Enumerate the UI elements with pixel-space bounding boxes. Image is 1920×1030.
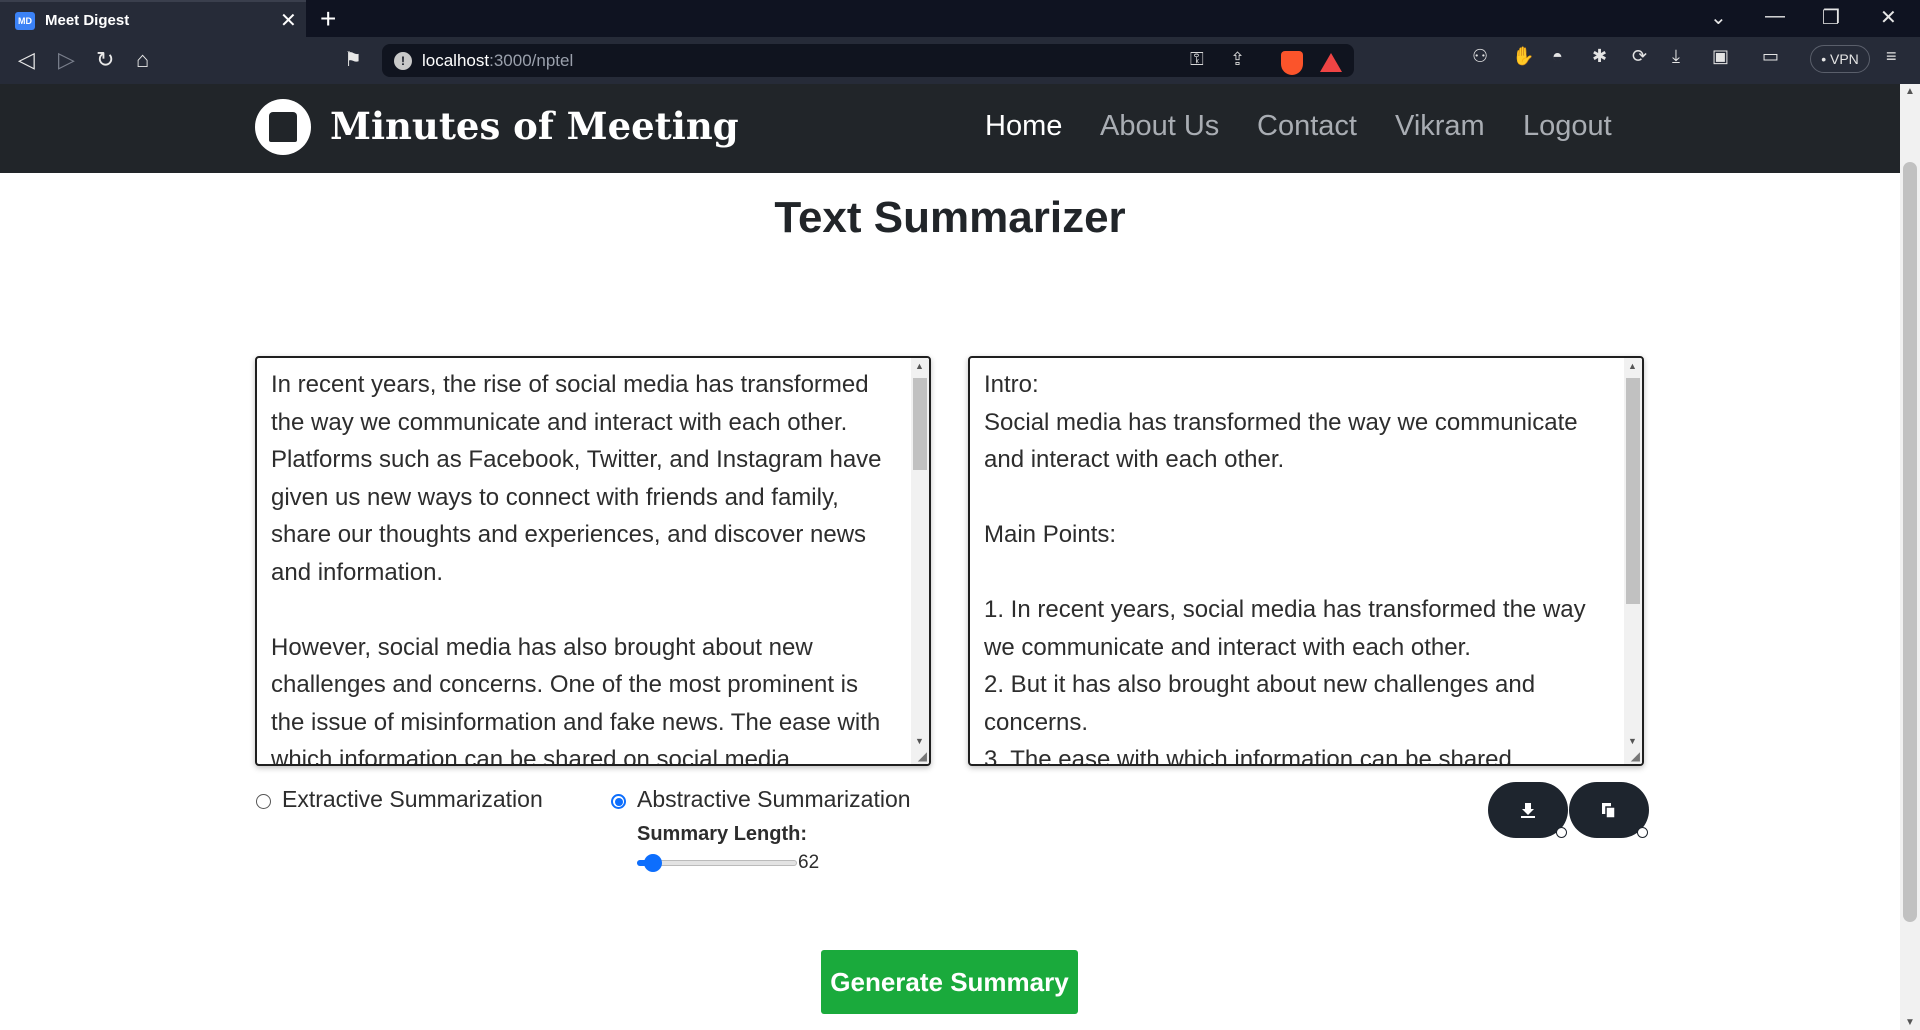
browser-toolbar: ◁ ▷ ↻ ⌂ ⚑ ! localhost:3000/nptel ⚿ ⇪ ⚇ ✋… xyxy=(0,37,1920,84)
vpn-button[interactable]: • VPN xyxy=(1810,45,1870,73)
sidebar-icon[interactable]: ▣ xyxy=(1712,46,1729,67)
logo-mark xyxy=(269,112,297,142)
reload-icon[interactable]: ↻ xyxy=(96,47,114,73)
extension-glasses-icon[interactable]: ⚇ xyxy=(1472,46,1488,67)
close-tab-icon[interactable]: ✕ xyxy=(280,8,297,33)
browser-tab[interactable]: MD Meet Digest ✕ xyxy=(0,0,306,37)
extension-sync-icon[interactable]: ⟳ xyxy=(1632,46,1647,67)
input-text: In recent years, the rise of social medi… xyxy=(271,371,882,766)
resize-grip-icon[interactable]: ◢ xyxy=(918,749,927,763)
restore-icon[interactable]: ❐ xyxy=(1822,5,1840,30)
summary-output-area[interactable]: Intro: Social media has transformed the … xyxy=(968,356,1644,766)
extractive-label[interactable]: Extractive Summarization xyxy=(282,786,543,813)
downloads-icon[interactable]: ⤓ xyxy=(1672,46,1680,67)
copy-icon xyxy=(1602,802,1616,819)
page-viewport: Minutes of Meeting Home About Us Contact… xyxy=(0,84,1900,1030)
resize-grip-icon[interactable]: ◢ xyxy=(1631,749,1640,763)
tab-favicon: MD xyxy=(15,12,35,30)
generate-summary-button[interactable]: Generate Summary xyxy=(821,950,1078,1014)
download-button-dot xyxy=(1556,827,1567,838)
minimize-icon[interactable]: — xyxy=(1765,5,1785,28)
abstractive-label[interactable]: Abstractive Summarization xyxy=(637,786,911,813)
key-icon[interactable]: ⚿ xyxy=(1190,49,1204,70)
url-path: :3000/nptel xyxy=(489,51,574,70)
nav-contact[interactable]: Contact xyxy=(1257,110,1357,143)
input-scroll-thumb[interactable] xyxy=(913,378,927,470)
bookmark-icon[interactable]: ⚑ xyxy=(344,47,362,72)
forward-icon[interactable]: ▷ xyxy=(58,47,75,73)
nav-about-us[interactable]: About Us xyxy=(1100,110,1219,143)
menu-icon[interactable]: ≡ xyxy=(1886,46,1897,67)
scroll-up-icon[interactable]: ▲ xyxy=(1628,361,1637,371)
site-navbar: Minutes of Meeting Home About Us Contact… xyxy=(0,84,1900,173)
output-scroll-thumb[interactable] xyxy=(1626,378,1640,604)
abstractive-radio[interactable] xyxy=(611,794,626,809)
meeting-logo-icon[interactable] xyxy=(255,99,311,155)
home-icon[interactable]: ⌂ xyxy=(136,47,149,73)
extension-mountain-icon[interactable]: ◓ xyxy=(1552,46,1563,67)
summary-length-value: 62 xyxy=(798,852,820,873)
url-host: localhost xyxy=(422,51,490,70)
brave-rewards-icon[interactable] xyxy=(1320,53,1342,72)
extension-hand-icon[interactable]: ✋ xyxy=(1512,46,1534,67)
input-text-area[interactable]: In recent years, the rise of social medi… xyxy=(255,356,931,766)
share-icon[interactable]: ⇪ xyxy=(1230,49,1245,70)
nav-home[interactable]: Home xyxy=(985,110,1062,143)
page-scrollbar[interactable]: ▲ ▼ xyxy=(1900,84,1920,1030)
slider-thumb[interactable] xyxy=(644,854,662,872)
wallet-icon[interactable]: ▭ xyxy=(1762,46,1779,67)
download-icon xyxy=(1521,802,1535,818)
address-bar[interactable]: ! localhost:3000/nptel ⚿ ⇪ xyxy=(382,44,1354,77)
scroll-down-icon[interactable]: ▼ xyxy=(1628,736,1637,746)
nav-user-vikram[interactable]: Vikram xyxy=(1395,110,1485,143)
new-tab-icon[interactable]: + xyxy=(320,3,336,35)
brave-shields-icon[interactable] xyxy=(1281,51,1303,75)
tab-search-icon[interactable]: ⌄ xyxy=(1710,5,1727,30)
input-scrollbar[interactable]: ▲ ▼ xyxy=(911,358,929,764)
back-icon[interactable]: ◁ xyxy=(18,47,35,73)
output-scrollbar[interactable]: ▲ ▼ xyxy=(1624,358,1642,764)
page-scroll-thumb[interactable] xyxy=(1903,162,1917,922)
extensions-puzzle-icon[interactable]: ✱ xyxy=(1592,46,1607,67)
brand-title[interactable]: Minutes of Meeting xyxy=(330,104,739,148)
scroll-up-icon[interactable]: ▲ xyxy=(915,361,924,371)
url-text: localhost:3000/nptel xyxy=(422,51,573,71)
browser-tab-bar: MD Meet Digest ✕ + ⌄ — ❐ ✕ xyxy=(0,0,1920,37)
nav-logout[interactable]: Logout xyxy=(1523,110,1612,143)
page-scroll-down-icon[interactable]: ▼ xyxy=(1905,1017,1915,1028)
tab-title: Meet Digest xyxy=(45,12,130,29)
site-info-icon[interactable]: ! xyxy=(394,52,412,70)
copy-button-dot xyxy=(1637,827,1648,838)
close-window-icon[interactable]: ✕ xyxy=(1880,5,1897,30)
summary-text: Intro: Social media has transformed the … xyxy=(984,371,1586,766)
summary-length-label: Summary Length: xyxy=(637,823,808,845)
scroll-down-icon[interactable]: ▼ xyxy=(915,736,924,746)
extractive-radio[interactable] xyxy=(256,794,271,809)
page-title: Text Summarizer xyxy=(774,193,1126,242)
page-scroll-up-icon[interactable]: ▲ xyxy=(1905,86,1915,97)
